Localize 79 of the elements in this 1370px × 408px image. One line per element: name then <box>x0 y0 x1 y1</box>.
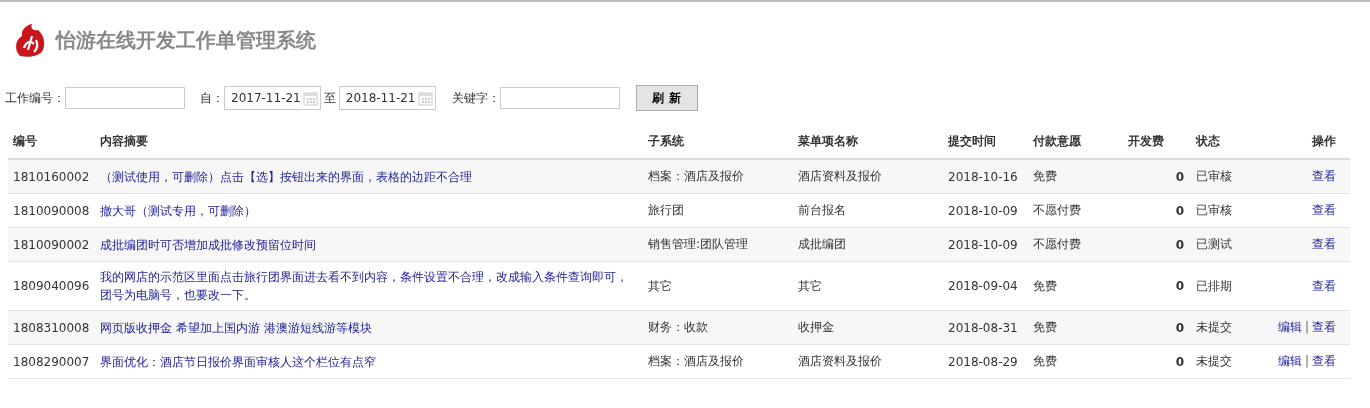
subsystem-cell-text: 旅行团 <box>648 202 685 219</box>
action-link[interactable]: 查看 <box>1312 354 1336 368</box>
fee-cell-text: 0 <box>1174 169 1185 184</box>
fee-cell-text: 0 <box>1174 237 1185 252</box>
subsystem-cell-text: 档案：酒店及报价 <box>648 353 745 370</box>
id-cell-text: 1808290007 <box>13 354 91 369</box>
action-link[interactable]: 查看 <box>1312 203 1336 217</box>
keyword-label: 关键字： <box>451 89 500 107</box>
calendar-icon[interactable] <box>302 90 318 106</box>
summary-link[interactable]: 成批编团时可否增加成批修改预留位时间 <box>100 229 648 260</box>
column-header: 付款意愿 <box>1033 132 1082 150</box>
payment-cell-text: 免费 <box>1033 168 1058 185</box>
to-label: 至 <box>323 89 336 107</box>
status-cell-text: 已测试 <box>1196 236 1233 253</box>
date-cell-text: 2018-10-09 <box>948 203 1019 218</box>
id-cell-text: 1810160002 <box>13 169 91 184</box>
summary-link[interactable]: 界面优化：酒店节日报价界面审核人这个栏位有点窄 <box>100 346 648 377</box>
fee-cell-text: 0 <box>1174 354 1185 369</box>
id-cell-text: 1810090002 <box>13 237 91 252</box>
menu-cell-text: 其它 <box>798 277 823 295</box>
id-cell-text: 1810090008 <box>13 203 91 218</box>
date-cell-text: 2018-08-29 <box>948 354 1019 369</box>
calendar-icon[interactable] <box>417 90 433 106</box>
to-date-field[interactable]: 2018-11-21 <box>338 86 436 110</box>
status-cell-text: 未提交 <box>1196 353 1233 370</box>
payment-cell-text: 免费 <box>1033 353 1058 370</box>
payment-cell-text: 免费 <box>1033 319 1058 336</box>
payment-cell-text: 不愿付费 <box>1033 236 1082 253</box>
from-date-field[interactable]: 2017-11-21 <box>224 86 321 110</box>
menu-cell-text: 酒店资料及报价 <box>798 353 883 370</box>
action-link[interactable]: 编辑 <box>1277 320 1302 334</box>
subsystem-cell-text: 销售管理:团队管理 <box>648 236 750 253</box>
action-link[interactable]: 查看 <box>1312 237 1336 251</box>
separator: | <box>1304 354 1309 368</box>
summary-link[interactable]: 我的网店的示范区里面点击旅行团界面进去看不到内容，条件设置不合理，改成输入条件查询即可，团号为电脑号，也要改一下。 <box>100 262 648 310</box>
summary-link[interactable]: 网页版收押金 希望加上国内游 港澳游短线游等模块 <box>100 312 648 343</box>
action-link[interactable]: 查看 <box>1312 169 1336 183</box>
column-header: 开发费 <box>1128 132 1165 150</box>
date-cell-text: 2018-10-09 <box>948 237 1019 252</box>
fee-cell-text: 0 <box>1174 320 1185 335</box>
work-number-label: 工作编号： <box>5 89 65 107</box>
payment-cell-text: 不愿付费 <box>1033 202 1082 219</box>
subsystem-cell-text: 其它 <box>648 277 673 295</box>
fee-cell-text: 0 <box>1174 203 1185 218</box>
status-cell-text: 未提交 <box>1196 319 1233 336</box>
menu-cell-text: 酒店资料及报价 <box>798 168 883 185</box>
menu-cell-text: 收押金 <box>798 319 835 336</box>
column-header: 操作 <box>1311 132 1337 150</box>
refresh-button[interactable]: 刷 新 <box>635 85 698 111</box>
action-link[interactable]: 查看 <box>1312 320 1336 334</box>
action-link[interactable]: 编辑 <box>1277 354 1302 368</box>
id-cell-text: 1808310008 <box>13 320 91 335</box>
separator: | <box>1304 320 1309 334</box>
subsystem-cell-text: 档案：酒店及报价 <box>648 168 745 185</box>
column-header: 子系统 <box>648 132 685 150</box>
column-header: 状态 <box>1196 132 1221 150</box>
keyword-field[interactable] <box>499 87 620 109</box>
status-cell-text: 已排期 <box>1196 277 1233 295</box>
app-title: 怡游在线开发工作单管理系统 <box>56 26 316 54</box>
action-link[interactable]: 查看 <box>1312 278 1336 293</box>
column-header: 内容摘要 <box>100 132 149 150</box>
payment-cell-text: 免费 <box>1033 277 1058 295</box>
from-label: 自： <box>200 89 224 107</box>
column-header: 提交时间 <box>948 132 997 150</box>
column-header: 编号 <box>13 132 38 150</box>
date-cell-text: 2018-10-16 <box>948 169 1019 184</box>
status-cell-text: 已审核 <box>1196 202 1233 219</box>
menu-cell-text: 前台报名 <box>798 202 847 219</box>
column-header: 菜单项名称 <box>798 132 859 150</box>
summary-link[interactable]: （测试使用，可删除）点击【选】按钮出来的界面，表格的边距不合理 <box>100 161 648 192</box>
menu-cell-text: 成批编团 <box>798 236 847 253</box>
subsystem-cell-text: 财务：收款 <box>648 319 709 336</box>
summary-link[interactable]: 撤大哥（测试专用，可删除） <box>100 195 648 226</box>
date-cell-text: 2018-08-31 <box>948 320 1019 335</box>
status-cell-text: 已审核 <box>1196 168 1233 185</box>
id-cell-text: 1809040096 <box>13 279 91 293</box>
date-cell-text: 2018-09-04 <box>948 279 1019 293</box>
fee-cell-text: 0 <box>1174 279 1185 293</box>
work-number-field[interactable] <box>65 87 185 109</box>
